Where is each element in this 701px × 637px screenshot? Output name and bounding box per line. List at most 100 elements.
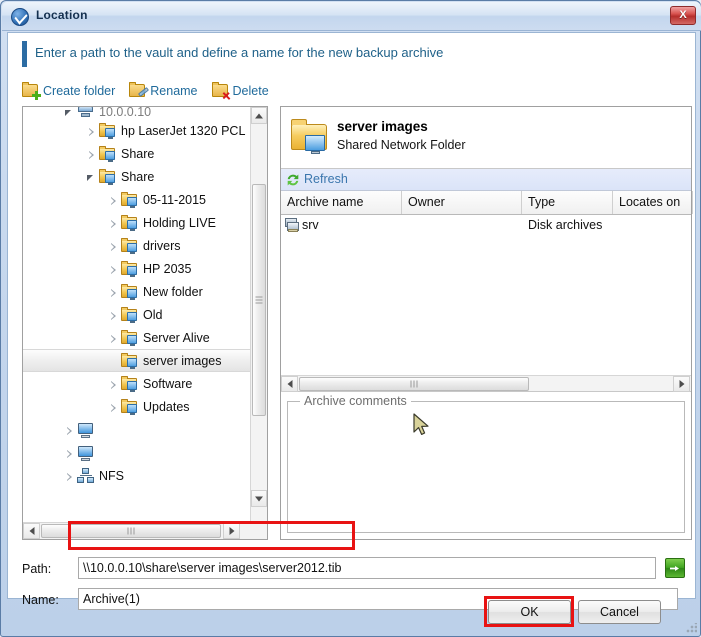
tree-item-server-alive[interactable]: Server Alive <box>23 326 251 349</box>
title-bar[interactable]: Location X <box>2 2 701 31</box>
tree-vertical-scroll-thumb[interactable] <box>252 184 266 416</box>
column-header-owner[interactable]: Owner <box>402 191 522 214</box>
tree-item-label: Updates <box>143 399 190 414</box>
tree-scroll-right-button[interactable] <box>223 523 240 539</box>
chevron-right-icon[interactable] <box>107 400 121 414</box>
delete-button[interactable]: Delete <box>211 82 269 98</box>
chevron-right-icon[interactable] <box>107 285 121 299</box>
archive-scroll-right-button[interactable] <box>673 376 690 392</box>
tree-item-label: Holding LIVE <box>143 215 216 230</box>
go-arrow-icon[interactable] <box>665 558 685 578</box>
vault-type: Shared Network Folder <box>337 138 466 152</box>
archive-scroll-left-button[interactable] <box>281 376 298 392</box>
refresh-label[interactable]: Refresh <box>304 172 348 186</box>
tree-scroll-down-button[interactable] <box>251 490 267 507</box>
rename-button[interactable]: Rename <box>129 82 198 98</box>
tree-scroll-up-button[interactable] <box>251 107 267 124</box>
tree-item-label: New folder <box>143 284 203 299</box>
resize-grip[interactable] <box>686 623 697 634</box>
column-header-archive-name[interactable]: Archive name <box>281 191 402 214</box>
tree-item-new-folder[interactable]: New folder <box>23 280 251 303</box>
tree-item-05-11-2015[interactable]: 05-11-2015 <box>23 188 251 211</box>
chevron-right-icon[interactable] <box>63 446 77 460</box>
tree-item-drivers[interactable]: drivers <box>23 234 251 257</box>
folder-add-icon <box>22 82 41 100</box>
location-tree-panel[interactable]: 10.0.0.10 hp LaserJet 1320 PCL Share Share 0… <box>22 106 268 540</box>
shared-folder-icon <box>99 169 117 185</box>
archive-icon <box>285 218 300 232</box>
tree-item-nfs[interactable]: NFS <box>23 464 251 487</box>
column-header-type[interactable]: Type <box>522 191 613 214</box>
tree-item-10-0-0-10[interactable]: 10.0.0.10 <box>23 107 251 119</box>
tree-item-old[interactable]: Old <box>23 303 251 326</box>
path-input[interactable]: \\10.0.0.10\share\server images\server20… <box>78 557 656 579</box>
ok-button[interactable]: OK <box>488 600 571 624</box>
chevron-right-icon[interactable] <box>107 308 121 322</box>
shared-folder-icon <box>121 307 139 323</box>
chevron-right-icon[interactable] <box>63 469 77 483</box>
tree-item-label: Share <box>121 169 155 184</box>
location-dialog-screenshot: Location X Enter a path to the vault and… <box>0 0 701 637</box>
column-header-locates-on[interactable]: Locates on <box>613 191 693 214</box>
tree-item-software[interactable]: Software <box>23 372 251 395</box>
location-tree[interactable]: 10.0.0.10 hp LaserJet 1320 PCL Share Share 0… <box>23 107 251 523</box>
chevron-right-icon[interactable] <box>85 147 99 161</box>
computer-icon <box>77 445 95 461</box>
chevron-right-icon[interactable] <box>85 124 99 138</box>
tree-item-label: NFS <box>99 468 124 483</box>
shared-folder-large-icon <box>291 119 331 154</box>
tree-vertical-scrollbar[interactable] <box>250 107 267 524</box>
archive-horizontal-scroll-thumb[interactable] <box>299 377 529 391</box>
archive-comments-label: Archive comments <box>300 394 411 408</box>
network-icon <box>77 467 95 484</box>
chevron-right-icon[interactable] <box>107 331 121 345</box>
dialog-button-bar: OK Cancel <box>7 600 696 632</box>
banner-accent-bar <box>22 41 27 67</box>
chevron-right-icon[interactable] <box>107 377 121 391</box>
path-label: Path: <box>22 562 52 576</box>
tree-item-updates[interactable]: Updates <box>23 395 251 418</box>
tree-item-label: server images <box>143 353 222 368</box>
chevron-right-icon[interactable] <box>107 193 121 207</box>
tree-item-redacted-15[interactable] <box>23 441 251 464</box>
refresh-bar[interactable]: Refresh <box>281 169 691 191</box>
tree-item-redacted-14[interactable] <box>23 418 251 441</box>
instruction-banner: Enter a path to the vault and define a n… <box>8 33 695 74</box>
tree-item-label: Old <box>143 307 163 322</box>
create-folder-label: Create folder <box>43 84 116 98</box>
close-icon[interactable]: X <box>670 6 696 25</box>
tree-horizontal-scrollbar[interactable] <box>23 522 267 539</box>
tree-item-holding-live[interactable]: Holding LIVE <box>23 211 251 234</box>
chevron-right-icon[interactable] <box>107 239 121 253</box>
folder-delete-icon <box>211 82 229 98</box>
chevron-right-icon[interactable] <box>107 262 121 276</box>
tree-item-share[interactable]: Share <box>23 142 251 165</box>
chevron-right-icon[interactable] <box>63 423 77 437</box>
shared-folder-icon <box>121 353 139 369</box>
shared-folder-icon <box>121 238 139 254</box>
chevron-down-icon[interactable] <box>85 170 99 184</box>
archive-row[interactable]: srv Disk archives <box>281 215 691 236</box>
tree-item-share[interactable]: Share <box>23 165 251 188</box>
shared-folder-icon <box>121 215 139 231</box>
tree-scroll-left-button[interactable] <box>23 523 40 539</box>
tree-item-hp-2035[interactable]: HP 2035 <box>23 257 251 280</box>
computer-icon <box>77 422 95 438</box>
tree-item-label: Server Alive <box>143 330 210 345</box>
tree-item-server-images[interactable]: server images <box>23 349 251 372</box>
chevron-down-icon[interactable] <box>63 107 77 119</box>
vault-details-panel: server images Shared Network Folder Refr… <box>280 106 693 540</box>
folder-toolbar: Create folder Rename Delete <box>22 80 269 102</box>
tree-item-label: 10.0.0.10 <box>99 107 152 119</box>
create-folder-button[interactable]: Create folder <box>22 82 116 100</box>
refresh-icon <box>286 173 300 187</box>
cancel-button[interactable]: Cancel <box>578 600 661 624</box>
chevron-right-icon[interactable] <box>107 216 121 230</box>
tree-item-label: Software <box>143 376 193 391</box>
folder-rename-icon <box>129 82 146 98</box>
shared-folder-icon <box>121 284 139 300</box>
tree-item-label: HP 2035 <box>143 261 192 276</box>
archive-list-horizontal-scrollbar[interactable] <box>281 375 691 392</box>
tree-item-hp-laserjet-1320-pcl[interactable]: hp LaserJet 1320 PCL <box>23 119 251 142</box>
tree-horizontal-scroll-thumb[interactable] <box>41 524 221 538</box>
